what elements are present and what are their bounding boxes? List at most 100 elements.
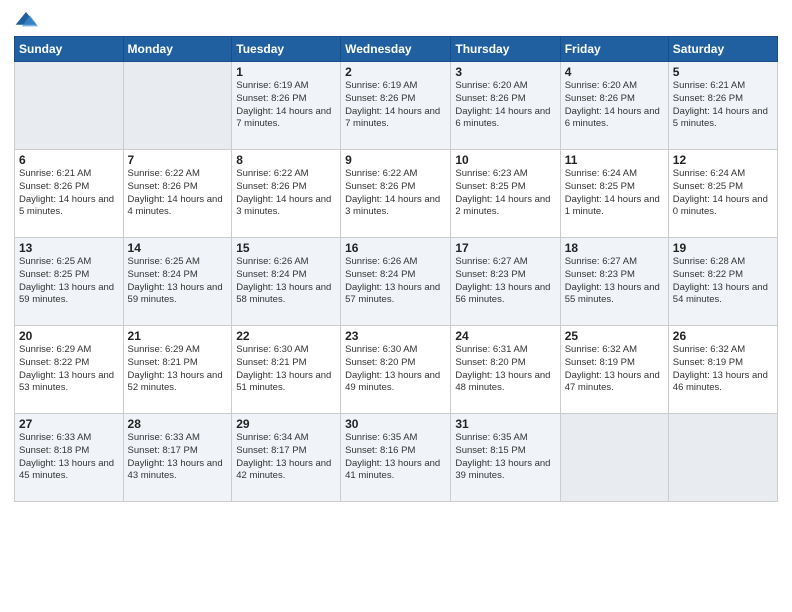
calendar-cell: 8Sunrise: 6:22 AM Sunset: 8:26 PM Daylig… bbox=[232, 150, 341, 238]
day-info: Sunrise: 6:30 AM Sunset: 8:20 PM Dayligh… bbox=[345, 344, 446, 395]
day-number: 29 bbox=[236, 417, 336, 431]
calendar-cell: 1Sunrise: 6:19 AM Sunset: 8:26 PM Daylig… bbox=[232, 62, 341, 150]
calendar-cell bbox=[560, 414, 668, 502]
calendar-cell: 17Sunrise: 6:27 AM Sunset: 8:23 PM Dayli… bbox=[451, 238, 560, 326]
day-info: Sunrise: 6:22 AM Sunset: 8:26 PM Dayligh… bbox=[236, 168, 336, 219]
day-info: Sunrise: 6:24 AM Sunset: 8:25 PM Dayligh… bbox=[565, 168, 664, 219]
day-info: Sunrise: 6:20 AM Sunset: 8:26 PM Dayligh… bbox=[455, 80, 555, 131]
calendar-cell: 20Sunrise: 6:29 AM Sunset: 8:22 PM Dayli… bbox=[15, 326, 124, 414]
day-info: Sunrise: 6:31 AM Sunset: 8:20 PM Dayligh… bbox=[455, 344, 555, 395]
day-number: 27 bbox=[19, 417, 119, 431]
calendar-cell: 4Sunrise: 6:20 AM Sunset: 8:26 PM Daylig… bbox=[560, 62, 668, 150]
day-info: Sunrise: 6:32 AM Sunset: 8:19 PM Dayligh… bbox=[673, 344, 773, 395]
calendar-header-monday: Monday bbox=[123, 37, 232, 62]
day-number: 28 bbox=[128, 417, 228, 431]
calendar-cell: 3Sunrise: 6:20 AM Sunset: 8:26 PM Daylig… bbox=[451, 62, 560, 150]
calendar-week-row: 20Sunrise: 6:29 AM Sunset: 8:22 PM Dayli… bbox=[15, 326, 778, 414]
day-number: 3 bbox=[455, 65, 555, 79]
day-number: 15 bbox=[236, 241, 336, 255]
calendar-week-row: 6Sunrise: 6:21 AM Sunset: 8:26 PM Daylig… bbox=[15, 150, 778, 238]
day-info: Sunrise: 6:25 AM Sunset: 8:25 PM Dayligh… bbox=[19, 256, 119, 307]
day-info: Sunrise: 6:33 AM Sunset: 8:17 PM Dayligh… bbox=[128, 432, 228, 483]
calendar-cell: 31Sunrise: 6:35 AM Sunset: 8:15 PM Dayli… bbox=[451, 414, 560, 502]
day-info: Sunrise: 6:35 AM Sunset: 8:15 PM Dayligh… bbox=[455, 432, 555, 483]
day-number: 26 bbox=[673, 329, 773, 343]
calendar-cell: 10Sunrise: 6:23 AM Sunset: 8:25 PM Dayli… bbox=[451, 150, 560, 238]
day-info: Sunrise: 6:24 AM Sunset: 8:25 PM Dayligh… bbox=[673, 168, 773, 219]
day-number: 10 bbox=[455, 153, 555, 167]
day-number: 25 bbox=[565, 329, 664, 343]
day-info: Sunrise: 6:21 AM Sunset: 8:26 PM Dayligh… bbox=[673, 80, 773, 131]
day-info: Sunrise: 6:23 AM Sunset: 8:25 PM Dayligh… bbox=[455, 168, 555, 219]
logo-icon bbox=[14, 10, 38, 30]
day-number: 9 bbox=[345, 153, 446, 167]
calendar-cell: 25Sunrise: 6:32 AM Sunset: 8:19 PM Dayli… bbox=[560, 326, 668, 414]
day-number: 2 bbox=[345, 65, 446, 79]
calendar-cell: 16Sunrise: 6:26 AM Sunset: 8:24 PM Dayli… bbox=[341, 238, 451, 326]
calendar-cell: 23Sunrise: 6:30 AM Sunset: 8:20 PM Dayli… bbox=[341, 326, 451, 414]
day-info: Sunrise: 6:25 AM Sunset: 8:24 PM Dayligh… bbox=[128, 256, 228, 307]
calendar-cell: 27Sunrise: 6:33 AM Sunset: 8:18 PM Dayli… bbox=[15, 414, 124, 502]
calendar-cell: 5Sunrise: 6:21 AM Sunset: 8:26 PM Daylig… bbox=[668, 62, 777, 150]
day-info: Sunrise: 6:22 AM Sunset: 8:26 PM Dayligh… bbox=[345, 168, 446, 219]
day-number: 24 bbox=[455, 329, 555, 343]
calendar-cell: 19Sunrise: 6:28 AM Sunset: 8:22 PM Dayli… bbox=[668, 238, 777, 326]
day-number: 21 bbox=[128, 329, 228, 343]
calendar-header-saturday: Saturday bbox=[668, 37, 777, 62]
calendar-table: SundayMondayTuesdayWednesdayThursdayFrid… bbox=[14, 36, 778, 502]
day-number: 30 bbox=[345, 417, 446, 431]
day-info: Sunrise: 6:34 AM Sunset: 8:17 PM Dayligh… bbox=[236, 432, 336, 483]
day-number: 18 bbox=[565, 241, 664, 255]
calendar-cell: 14Sunrise: 6:25 AM Sunset: 8:24 PM Dayli… bbox=[123, 238, 232, 326]
day-info: Sunrise: 6:30 AM Sunset: 8:21 PM Dayligh… bbox=[236, 344, 336, 395]
calendar-cell: 26Sunrise: 6:32 AM Sunset: 8:19 PM Dayli… bbox=[668, 326, 777, 414]
calendar-cell: 22Sunrise: 6:30 AM Sunset: 8:21 PM Dayli… bbox=[232, 326, 341, 414]
day-info: Sunrise: 6:32 AM Sunset: 8:19 PM Dayligh… bbox=[565, 344, 664, 395]
day-number: 4 bbox=[565, 65, 664, 79]
day-info: Sunrise: 6:26 AM Sunset: 8:24 PM Dayligh… bbox=[345, 256, 446, 307]
calendar-cell bbox=[123, 62, 232, 150]
day-info: Sunrise: 6:27 AM Sunset: 8:23 PM Dayligh… bbox=[565, 256, 664, 307]
day-info: Sunrise: 6:28 AM Sunset: 8:22 PM Dayligh… bbox=[673, 256, 773, 307]
calendar-cell: 9Sunrise: 6:22 AM Sunset: 8:26 PM Daylig… bbox=[341, 150, 451, 238]
calendar-week-row: 27Sunrise: 6:33 AM Sunset: 8:18 PM Dayli… bbox=[15, 414, 778, 502]
calendar-cell: 11Sunrise: 6:24 AM Sunset: 8:25 PM Dayli… bbox=[560, 150, 668, 238]
day-info: Sunrise: 6:21 AM Sunset: 8:26 PM Dayligh… bbox=[19, 168, 119, 219]
day-number: 19 bbox=[673, 241, 773, 255]
calendar-cell: 30Sunrise: 6:35 AM Sunset: 8:16 PM Dayli… bbox=[341, 414, 451, 502]
calendar-cell: 2Sunrise: 6:19 AM Sunset: 8:26 PM Daylig… bbox=[341, 62, 451, 150]
calendar-cell: 21Sunrise: 6:29 AM Sunset: 8:21 PM Dayli… bbox=[123, 326, 232, 414]
day-info: Sunrise: 6:29 AM Sunset: 8:22 PM Dayligh… bbox=[19, 344, 119, 395]
day-info: Sunrise: 6:26 AM Sunset: 8:24 PM Dayligh… bbox=[236, 256, 336, 307]
day-number: 31 bbox=[455, 417, 555, 431]
calendar-header-friday: Friday bbox=[560, 37, 668, 62]
day-number: 20 bbox=[19, 329, 119, 343]
calendar-cell: 12Sunrise: 6:24 AM Sunset: 8:25 PM Dayli… bbox=[668, 150, 777, 238]
calendar-header-tuesday: Tuesday bbox=[232, 37, 341, 62]
day-number: 8 bbox=[236, 153, 336, 167]
calendar-cell: 15Sunrise: 6:26 AM Sunset: 8:24 PM Dayli… bbox=[232, 238, 341, 326]
calendar-cell: 6Sunrise: 6:21 AM Sunset: 8:26 PM Daylig… bbox=[15, 150, 124, 238]
calendar-week-row: 1Sunrise: 6:19 AM Sunset: 8:26 PM Daylig… bbox=[15, 62, 778, 150]
calendar-cell bbox=[15, 62, 124, 150]
day-info: Sunrise: 6:29 AM Sunset: 8:21 PM Dayligh… bbox=[128, 344, 228, 395]
day-number: 5 bbox=[673, 65, 773, 79]
day-number: 11 bbox=[565, 153, 664, 167]
calendar-cell bbox=[668, 414, 777, 502]
day-number: 7 bbox=[128, 153, 228, 167]
day-number: 16 bbox=[345, 241, 446, 255]
calendar-cell: 13Sunrise: 6:25 AM Sunset: 8:25 PM Dayli… bbox=[15, 238, 124, 326]
calendar-header-row: SundayMondayTuesdayWednesdayThursdayFrid… bbox=[15, 37, 778, 62]
day-number: 13 bbox=[19, 241, 119, 255]
day-info: Sunrise: 6:33 AM Sunset: 8:18 PM Dayligh… bbox=[19, 432, 119, 483]
day-number: 17 bbox=[455, 241, 555, 255]
day-number: 22 bbox=[236, 329, 336, 343]
calendar-header-wednesday: Wednesday bbox=[341, 37, 451, 62]
logo bbox=[14, 10, 42, 30]
day-number: 14 bbox=[128, 241, 228, 255]
day-info: Sunrise: 6:20 AM Sunset: 8:26 PM Dayligh… bbox=[565, 80, 664, 131]
day-info: Sunrise: 6:35 AM Sunset: 8:16 PM Dayligh… bbox=[345, 432, 446, 483]
day-info: Sunrise: 6:22 AM Sunset: 8:26 PM Dayligh… bbox=[128, 168, 228, 219]
day-number: 6 bbox=[19, 153, 119, 167]
calendar-cell: 7Sunrise: 6:22 AM Sunset: 8:26 PM Daylig… bbox=[123, 150, 232, 238]
